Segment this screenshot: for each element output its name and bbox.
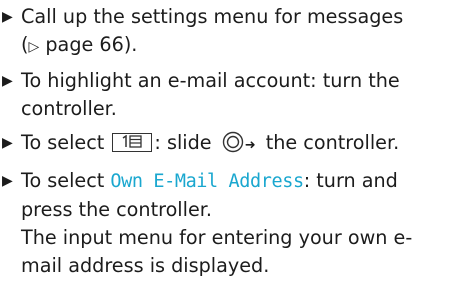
bullet-icon: ▶ [2, 173, 13, 189]
bullet-icon: ▶ [2, 135, 13, 151]
step-4-line-1: To select Own E-Mail Address: turn and [21, 169, 398, 192]
step-3: ▶ To select : slide ➜ the controller. [0, 129, 454, 161]
step-2-line-2: controller. [21, 97, 117, 120]
step-4-line-2: press the controller. [21, 198, 213, 221]
instruction-steps: ▶ Call up the settings menu for messages… [0, 3, 454, 286]
step-4-line-4: mail address is displayed. [21, 254, 270, 277]
step-2: ▶ To highlight an e-mail account: turn t… [0, 67, 454, 123]
bullet-icon: ▶ [2, 9, 13, 25]
step-1-line-2: (▷ page 66). [21, 33, 138, 56]
step-3-line-1: To select : slide ➜ the controller. [21, 129, 454, 161]
bullet-icon: ▶ [2, 73, 13, 89]
step-4: ▶ To select Own E-Mail Address: turn and… [0, 167, 454, 280]
menu-item-label: Own E-Mail Address [110, 171, 304, 192]
slide-arrow-icon: ➜ [244, 138, 256, 153]
page-reference-icon: ▷ [28, 39, 40, 55]
step-1: ▶ Call up the settings menu for messages… [0, 3, 454, 61]
step-2-line-1: To highlight an e-mail account: turn the [21, 69, 400, 92]
step-4-line-3: The input menu for entering your own e- [21, 226, 413, 249]
menu-list-icon [112, 133, 153, 152]
step-1-line-1: Call up the settings menu for messages [21, 5, 404, 28]
rotary-controller-icon [222, 131, 244, 161]
